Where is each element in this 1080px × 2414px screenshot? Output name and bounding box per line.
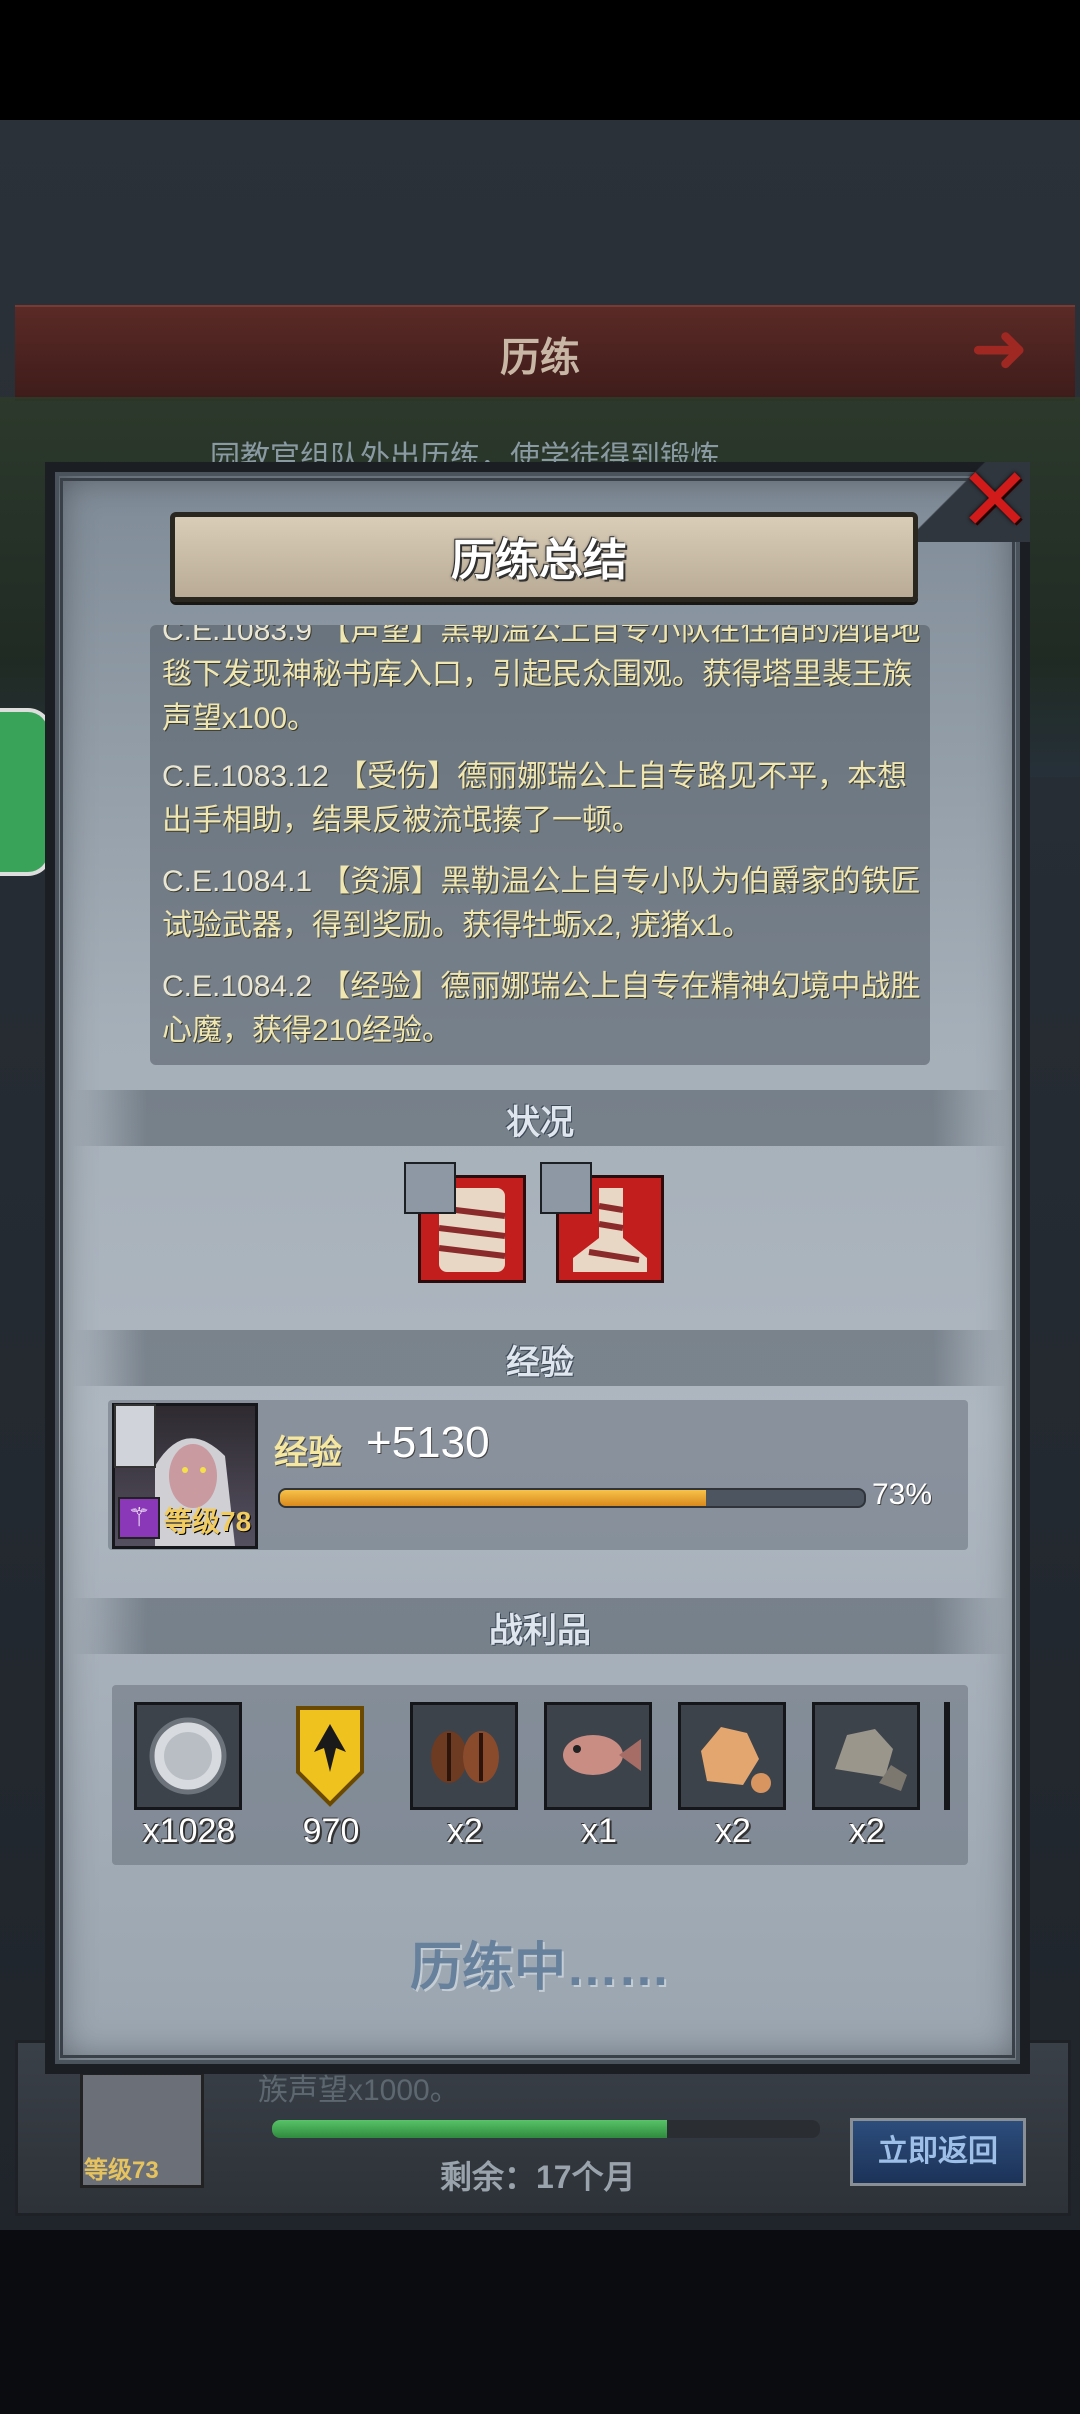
exp-label: 经验 <box>274 1434 342 1472</box>
training-progress-bar <box>272 2120 820 2138</box>
loot-scroll-edge <box>944 1702 950 1810</box>
stone-ore-icon[interactable] <box>812 1702 920 1810</box>
training-status: 历练中…… <box>409 1939 670 1997</box>
staff-class-icon: ⚚ <box>118 1497 160 1539</box>
exp-section-title: 经验 <box>506 1344 574 1382</box>
status-bar <box>0 0 1080 120</box>
dialog-title: 历练总结 <box>451 536 627 585</box>
log-entry: C.E.1084.1 【资源】黑勒温公上自专小队为伯爵家的铁匠试验武器，得到奖励… <box>162 860 922 948</box>
silver-coin-graphic <box>149 1717 227 1795</box>
coffee-beans-graphic <box>431 1731 499 1783</box>
loot-count: x1 <box>581 1812 617 1850</box>
remaining-time: 剩余：17个月 <box>440 2159 636 2195</box>
log-date: C.E.1084.2 <box>162 970 313 1003</box>
background-title: 历练 <box>500 336 580 380</box>
status-section-title: 状况 <box>506 1104 574 1142</box>
fish-icon[interactable] <box>544 1702 652 1810</box>
return-now-button[interactable]: 立即返回 <box>850 2118 1026 2186</box>
loot-count: x2 <box>447 1812 483 1850</box>
loot-count: x2 <box>849 1812 885 1850</box>
stone-ore-graphic <box>835 1729 907 1791</box>
hero-mini-portrait-icon <box>540 1162 592 1214</box>
loot-count: x2 <box>715 1812 751 1850</box>
copper-ore-icon[interactable] <box>678 1702 786 1810</box>
training-log[interactable]: C.E.1083.9 【声望】黑勒温公上自专小队在住宿的酒馆地毯下发现神秘书库入… <box>150 625 930 1065</box>
copper-ore-graphic <box>701 1727 771 1793</box>
reputation-crest-icon[interactable] <box>276 1702 384 1810</box>
exp-progress-fill <box>280 1490 707 1506</box>
log-date: C.E.1083.9 <box>162 625 313 647</box>
avatar-level: 等级73 <box>84 2157 159 2184</box>
log-date: C.E.1084.1 <box>162 865 313 898</box>
exp-progress-bar <box>278 1488 866 1508</box>
log-entry: C.E.1084.2 【经验】德丽娜瑞公上自专在精神幻境中战胜心魔，获得210经… <box>162 965 922 1053</box>
fish-graphic <box>563 1735 641 1775</box>
silver-coin-icon[interactable] <box>134 1702 242 1810</box>
hero-mini-portrait-icon <box>404 1162 456 1214</box>
coffee-beans-icon[interactable] <box>410 1702 518 1810</box>
log-entry: C.E.1083.9 【声望】黑勒温公上自专小队在住宿的酒馆地毯下发现神秘书库入… <box>162 625 922 741</box>
loot-section-title: 战利品 <box>489 1612 591 1650</box>
reputation-crest-graphic <box>296 1706 364 1807</box>
rank-badge-icon <box>114 1404 156 1468</box>
log-entry: C.E.1083.12 【受伤】德丽娜瑞公上自专路见不平，本想出手相助，结果反被… <box>162 755 922 843</box>
loot-count: 970 <box>302 1812 360 1850</box>
exp-percent: 73% <box>872 1478 933 1511</box>
exp-gain: +5130 <box>366 1418 490 1467</box>
loot-count: x1028 <box>142 1812 236 1850</box>
training-progress-fill <box>272 2120 667 2138</box>
back-arrow-icon[interactable]: ➜ <box>970 313 1060 383</box>
close-icon[interactable]: ✕ <box>955 456 1035 544</box>
log-date: C.E.1083.12 <box>162 760 329 793</box>
hero-level: 等级78 <box>164 1506 252 1537</box>
